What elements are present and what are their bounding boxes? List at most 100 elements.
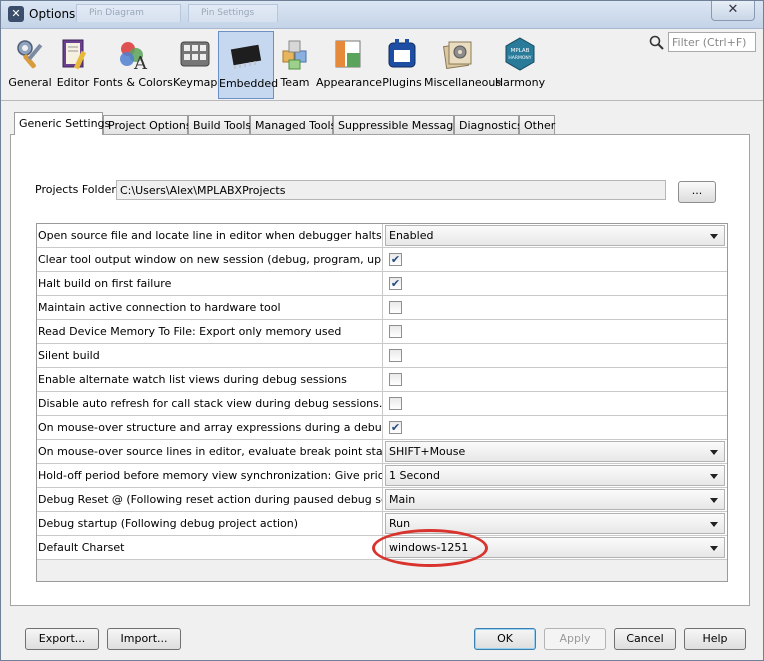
title-bar: ✕ Options Pin Diagram Pin Settings ✕	[1, 1, 763, 29]
property-name: Debug startup (Following debug project a…	[37, 512, 383, 535]
cancel-button[interactable]: Cancel	[614, 628, 676, 650]
close-button[interactable]: ✕	[711, 1, 755, 21]
property-checkbox[interactable]	[389, 325, 402, 338]
ok-button[interactable]: OK	[474, 628, 536, 650]
export-button[interactable]: Export...	[25, 628, 99, 650]
svg-text:HARMONY: HARMONY	[508, 55, 531, 61]
property-row: Disable auto refresh for call stack view…	[37, 392, 727, 416]
toolbar-item-embedded[interactable]: Embedded	[218, 31, 278, 99]
background-tab: Pin Settings	[188, 4, 278, 22]
toolbar-label: Keymap	[173, 76, 218, 89]
property-row: Debug startup (Following debug project a…	[37, 512, 727, 536]
property-name: Hold-off period before memory view synch…	[37, 464, 383, 487]
import-button[interactable]: Import...	[107, 628, 181, 650]
filter-input[interactable]	[668, 32, 756, 52]
toolbar-label: Miscellaneous	[424, 76, 502, 89]
window-title: Options	[29, 7, 76, 21]
chevron-down-icon	[710, 546, 718, 551]
property-value-cell	[384, 296, 727, 319]
tab-suppressible-messages[interactable]: Suppressible Messages	[333, 115, 466, 134]
tab-other[interactable]: Other	[519, 115, 555, 134]
property-value-cell: Main	[384, 488, 727, 511]
property-value-cell: Enabled	[384, 224, 727, 247]
apply-button[interactable]: Apply	[544, 628, 606, 650]
property-dropdown[interactable]: windows-1251	[385, 537, 725, 558]
toolbar-item-harmony[interactable]: MPLAB HARMONY Harmony	[493, 31, 547, 99]
miscellaneous-icon	[443, 41, 472, 69]
property-name: Halt build on first failure	[37, 272, 383, 295]
appearance-icon	[335, 40, 361, 68]
tab-build-tools[interactable]: Build Tools	[188, 115, 251, 134]
property-value-cell: 1 Second	[384, 464, 727, 487]
dropdown-value: SHIFT+Mouse	[389, 445, 466, 458]
help-button[interactable]: Help	[684, 628, 746, 650]
property-checkbox[interactable]	[389, 373, 402, 386]
property-dropdown[interactable]: Run	[385, 513, 725, 534]
projects-folder-field[interactable]	[116, 180, 666, 200]
property-name: Debug Reset @ (Following reset action du…	[37, 488, 383, 511]
property-name: Enable alternate watch list views during…	[37, 368, 383, 391]
plugins-icon	[388, 39, 416, 68]
property-dropdown[interactable]: Enabled	[385, 225, 725, 246]
toolbar-label: General	[8, 76, 52, 89]
property-checkbox[interactable]	[389, 301, 402, 314]
keymap-icon	[180, 41, 210, 67]
toolbar-item-keymap[interactable]: Keymap	[173, 31, 217, 99]
category-toolbar: General Editor A Fonts & Colors Keymap E…	[7, 31, 627, 99]
dropdown-value: Run	[389, 517, 411, 530]
toolbar-item-team[interactable]: Team	[275, 31, 315, 99]
toolbar-item-miscellaneous[interactable]: Miscellaneous	[424, 31, 502, 99]
checkmark-icon: ✔	[390, 421, 401, 434]
property-row: Enable alternate watch list views during…	[37, 368, 727, 392]
background-tab: Pin Diagram	[76, 4, 181, 22]
property-dropdown[interactable]: Main	[385, 489, 725, 510]
tab-project-options[interactable]: Project Options	[103, 115, 192, 134]
property-checkbox[interactable]: ✔	[389, 277, 402, 290]
property-value-cell: ✔	[384, 416, 727, 439]
app-icon: ✕	[8, 6, 24, 22]
property-value-cell	[384, 344, 727, 367]
toolbar-item-editor[interactable]: Editor	[54, 31, 92, 99]
property-dropdown[interactable]: 1 Second	[385, 465, 725, 486]
chevron-down-icon	[710, 474, 718, 479]
tab-managed-tools[interactable]: Managed Tools	[250, 115, 336, 134]
chevron-down-icon	[710, 522, 718, 527]
toolbar-label: Team	[280, 76, 310, 89]
tab-diagnostics[interactable]: Diagnostics	[454, 115, 523, 134]
checkmark-icon: ✔	[390, 277, 401, 290]
editor-icon	[62, 39, 87, 70]
options-window: ✕ Options Pin Diagram Pin Settings ✕ Gen…	[0, 0, 764, 661]
team-icon	[282, 40, 307, 70]
general-icon	[17, 40, 43, 69]
toolbar-item-plugins[interactable]: Plugins	[381, 31, 423, 99]
property-row: Silent build	[37, 344, 727, 368]
tab-generic-settings[interactable]: Generic Settings	[14, 112, 110, 135]
property-name: Read Device Memory To File: Export only …	[37, 320, 383, 343]
toolbar-item-fonts-colors[interactable]: A Fonts & Colors	[93, 31, 173, 99]
toolbar-label: Plugins	[382, 76, 422, 89]
property-checkbox[interactable]: ✔	[389, 421, 402, 434]
property-value-cell	[384, 320, 727, 343]
property-value-cell	[384, 368, 727, 391]
property-row: Read Device Memory To File: Export only …	[37, 320, 727, 344]
checkmark-icon: ✔	[390, 253, 401, 266]
toolbar-item-general[interactable]: General	[7, 31, 53, 99]
toolbar-divider	[1, 100, 763, 101]
property-name: Open source file and locate line in edit…	[37, 224, 383, 247]
browse-button[interactable]: ...	[678, 181, 716, 203]
property-row: Debug Reset @ (Following reset action du…	[37, 488, 727, 512]
property-row: On mouse-over source lines in editor, ev…	[37, 440, 727, 464]
property-value-cell: Run	[384, 512, 727, 535]
property-dropdown[interactable]: SHIFT+Mouse	[385, 441, 725, 462]
property-checkbox[interactable]	[389, 397, 402, 410]
property-name: Maintain active connection to hardware t…	[37, 296, 383, 319]
property-name: On mouse-over structure and array expres…	[37, 416, 383, 439]
toolbar-item-appearance[interactable]: Appearance	[316, 31, 382, 99]
property-checkbox[interactable]: ✔	[389, 253, 402, 266]
property-row: On mouse-over structure and array expres…	[37, 416, 727, 440]
svg-text:A: A	[133, 53, 148, 71]
property-value-cell: SHIFT+Mouse	[384, 440, 727, 463]
property-checkbox[interactable]	[389, 349, 402, 362]
property-name: On mouse-over source lines in editor, ev…	[37, 440, 383, 463]
toolbar-label: Editor	[56, 76, 90, 89]
